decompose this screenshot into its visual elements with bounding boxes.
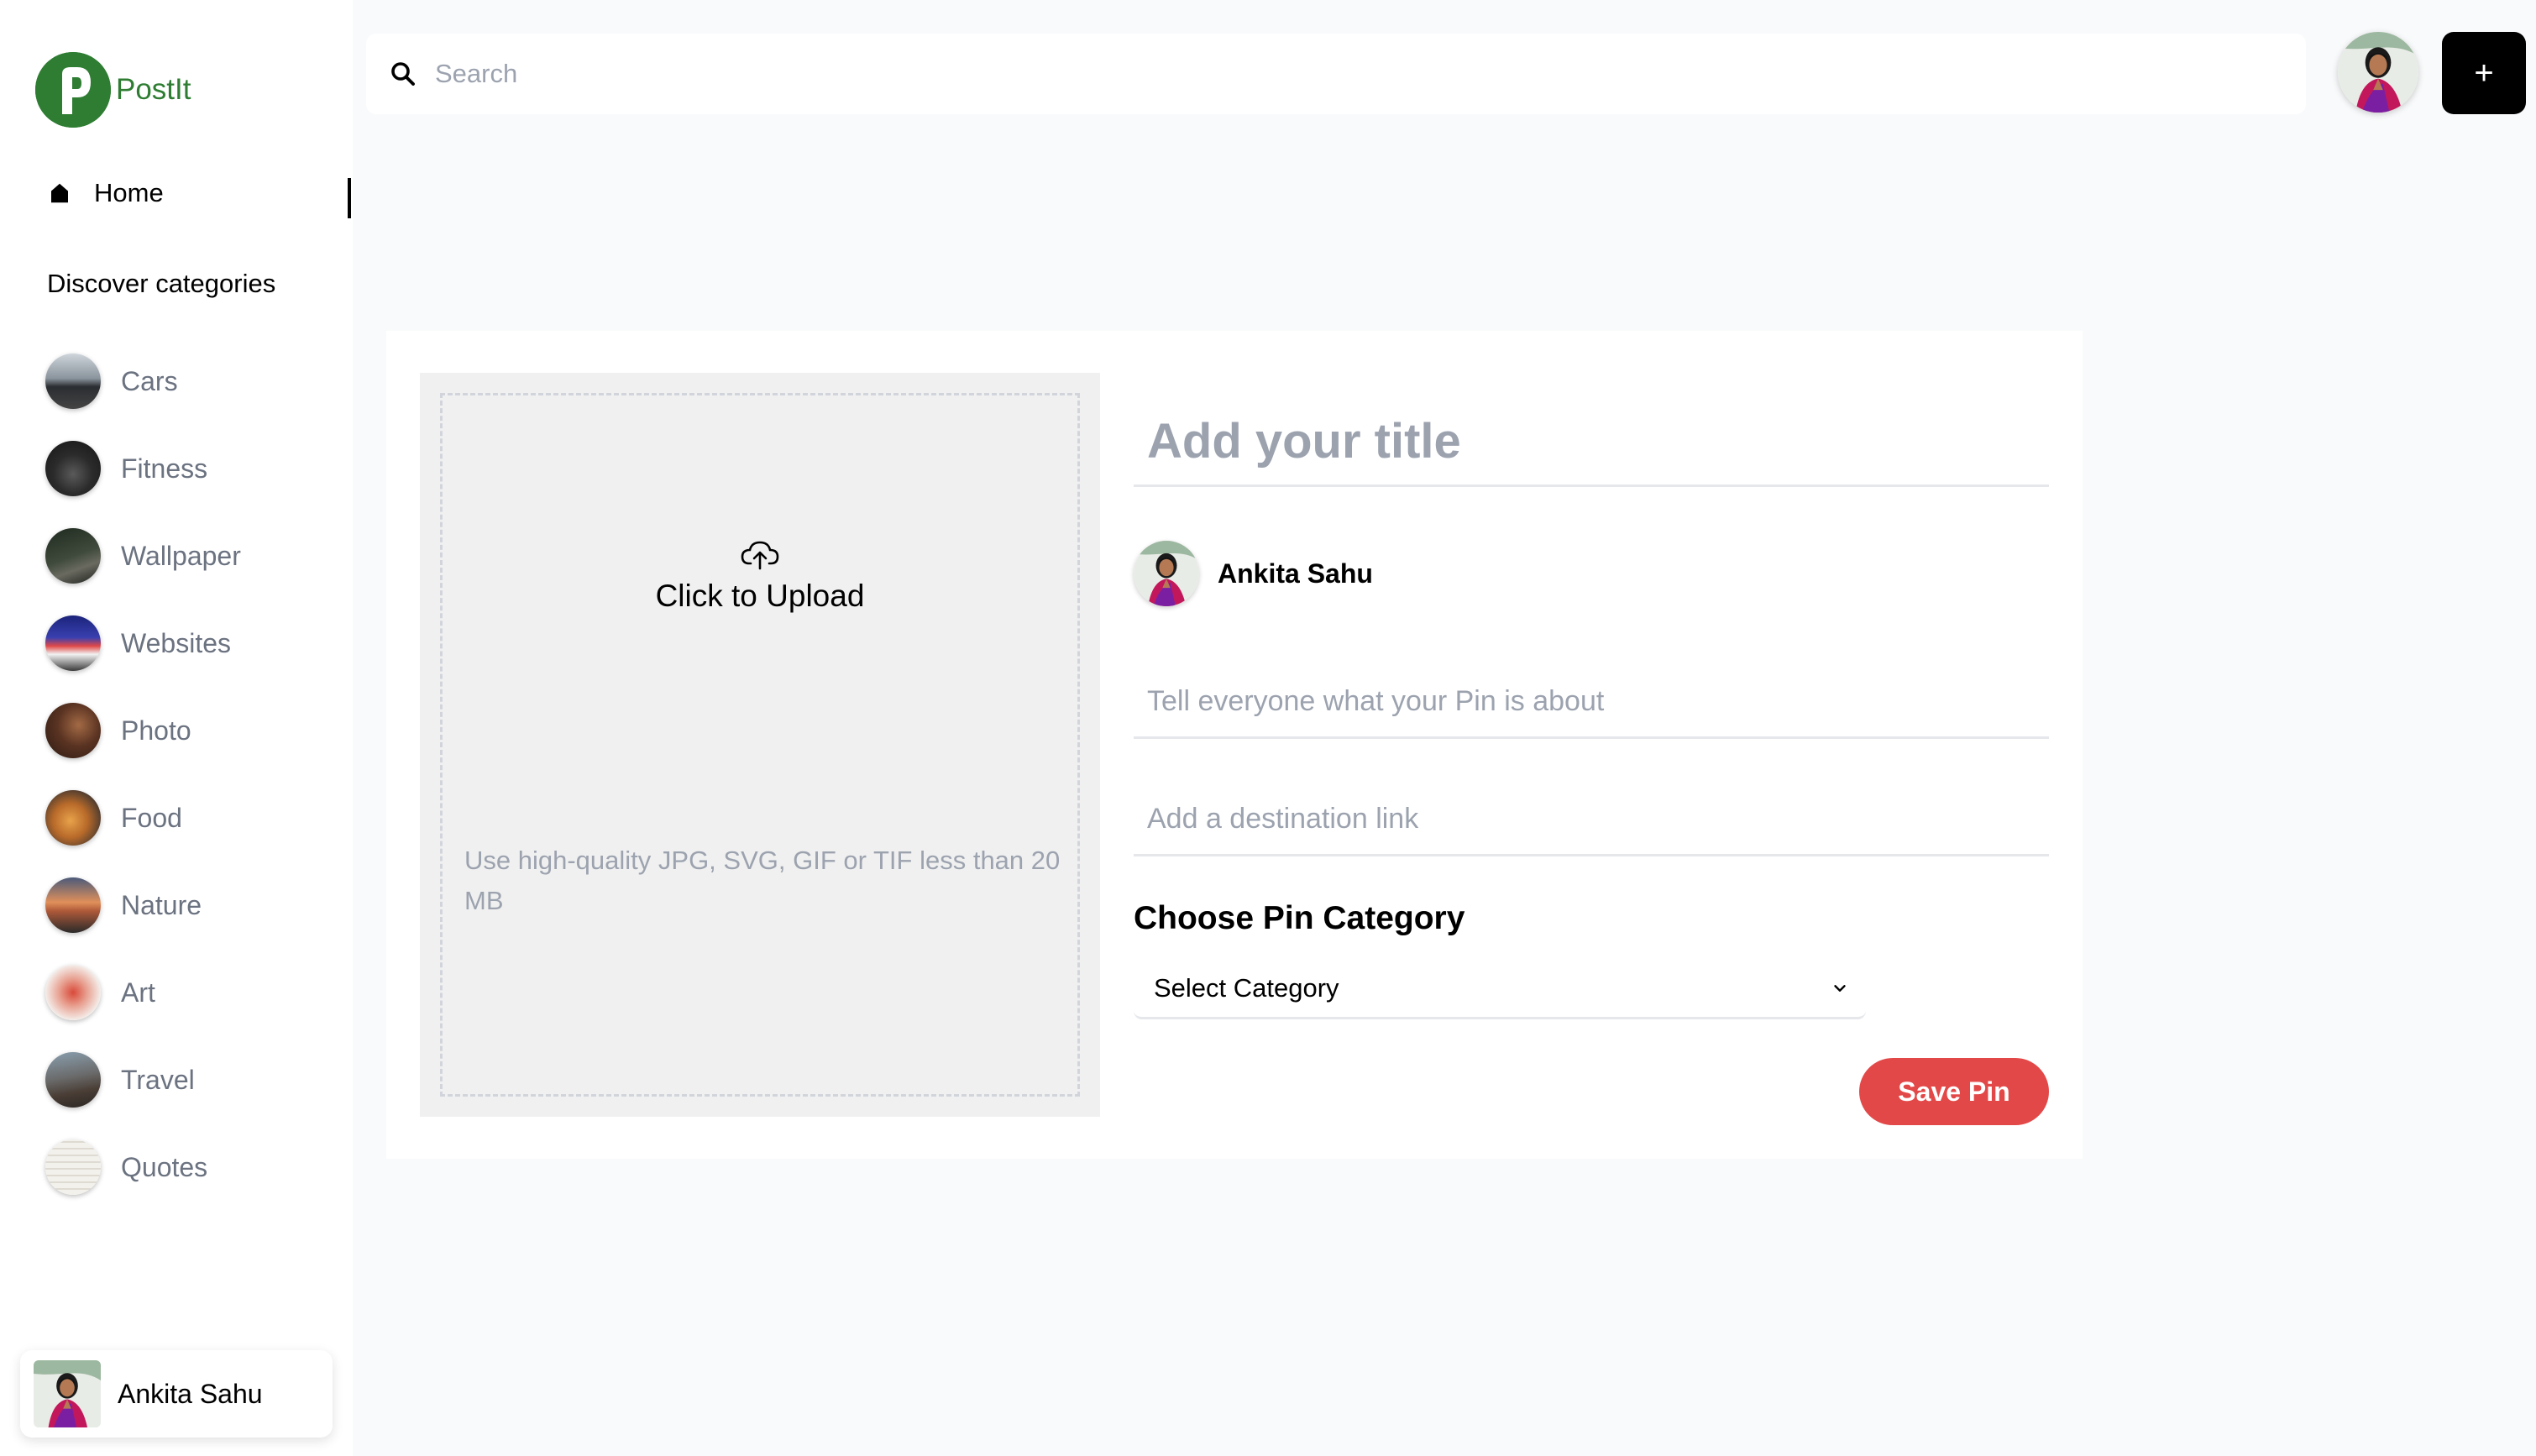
header-avatar[interactable]	[2338, 32, 2418, 113]
websites-thumbnail-icon	[45, 615, 101, 671]
sidebar-item-label: Photo	[121, 715, 191, 746]
avatar	[1134, 541, 1199, 606]
user-name: Ankita Sahu	[118, 1378, 263, 1409]
upload-label: Click to Upload	[655, 579, 865, 613]
sidebar-item-nature[interactable]: Nature	[45, 862, 241, 949]
add-pin-button[interactable]: +	[2442, 32, 2526, 114]
food-thumbnail-icon	[45, 790, 101, 846]
sidebar-item-label: Websites	[121, 627, 232, 658]
sidebar-item-label: Nature	[121, 889, 202, 920]
sidebar-item-art[interactable]: Art	[45, 949, 241, 1036]
postit-logo-icon	[35, 52, 111, 128]
discover-heading: Discover categories	[47, 269, 276, 298]
sidebar-item-label: Cars	[121, 365, 178, 396]
sidebar-item-label: Travel	[121, 1064, 195, 1095]
sidebar-item-label: Food	[121, 802, 182, 833]
chevron-down-icon	[1834, 984, 1846, 992]
sidebar-item-label: Art	[121, 977, 155, 1008]
sidebar-item-quotes[interactable]: Quotes	[45, 1123, 241, 1211]
sidebar-item-label: Wallpaper	[121, 540, 241, 571]
wallpaper-thumbnail-icon	[45, 528, 101, 584]
upload-dropzone[interactable]: Click to Upload Use high-quality JPG, SV…	[440, 393, 1080, 1097]
avatar	[34, 1360, 101, 1427]
sidebar-item-wallpaper[interactable]: Wallpaper	[45, 512, 241, 600]
category-list: Cars Fitness Wallpaper Websites Photo Fo…	[45, 338, 241, 1211]
sidebar-item-websites[interactable]: Websites	[45, 600, 241, 687]
sidebar-item-label: Home	[94, 178, 164, 207]
category-heading: Choose Pin Category	[1134, 900, 1465, 936]
home-icon	[51, 183, 68, 203]
search-bar	[366, 34, 2306, 114]
travel-thumbnail-icon	[45, 1052, 101, 1108]
sidebar-item-label: Fitness	[121, 453, 208, 484]
sidebar-item-photo[interactable]: Photo	[45, 687, 241, 774]
sidebar: PostIt Home Discover categories Cars Fit…	[0, 0, 353, 1456]
category-select-value: Select Category	[1154, 972, 1339, 1003]
upload-area: Click to Upload Use high-quality JPG, SV…	[420, 373, 1100, 1117]
quotes-thumbnail-icon	[45, 1139, 101, 1195]
photo-thumbnail-icon	[45, 703, 101, 758]
pin-author: Ankita Sahu	[1134, 541, 1373, 606]
sidebar-item-food[interactable]: Food	[45, 774, 241, 862]
about-input[interactable]	[1134, 667, 2049, 739]
brand-name: PostIt	[116, 73, 191, 106]
active-indicator	[348, 178, 351, 218]
category-select[interactable]: Select Category	[1134, 959, 1866, 1019]
save-pin-button[interactable]: Save Pin	[1859, 1058, 2049, 1125]
nature-thumbnail-icon	[45, 877, 101, 933]
sidebar-item-fitness[interactable]: Fitness	[45, 425, 241, 512]
sidebar-item-travel[interactable]: Travel	[45, 1036, 241, 1123]
sidebar-item-cars[interactable]: Cars	[45, 338, 241, 425]
sidebar-item-home[interactable]: Home	[47, 178, 164, 208]
search-input[interactable]	[435, 59, 2114, 89]
brand-logo[interactable]: PostIt	[35, 52, 191, 128]
author-name: Ankita Sahu	[1218, 558, 1373, 589]
fitness-thumbnail-icon	[45, 441, 101, 496]
title-input[interactable]	[1134, 398, 2049, 487]
cloud-upload-icon	[741, 541, 779, 570]
user-profile-card[interactable]: Ankita Sahu	[20, 1350, 333, 1438]
sidebar-item-label: Quotes	[121, 1151, 208, 1182]
create-pin-card: Click to Upload Use high-quality JPG, SV…	[386, 331, 2083, 1159]
search-icon	[391, 62, 415, 86]
upload-hint: Use high-quality JPG, SVG, GIF or TIF le…	[464, 846, 1061, 915]
destination-link-input[interactable]	[1134, 784, 2049, 856]
car-thumbnail-icon	[45, 354, 101, 409]
art-thumbnail-icon	[45, 965, 101, 1020]
